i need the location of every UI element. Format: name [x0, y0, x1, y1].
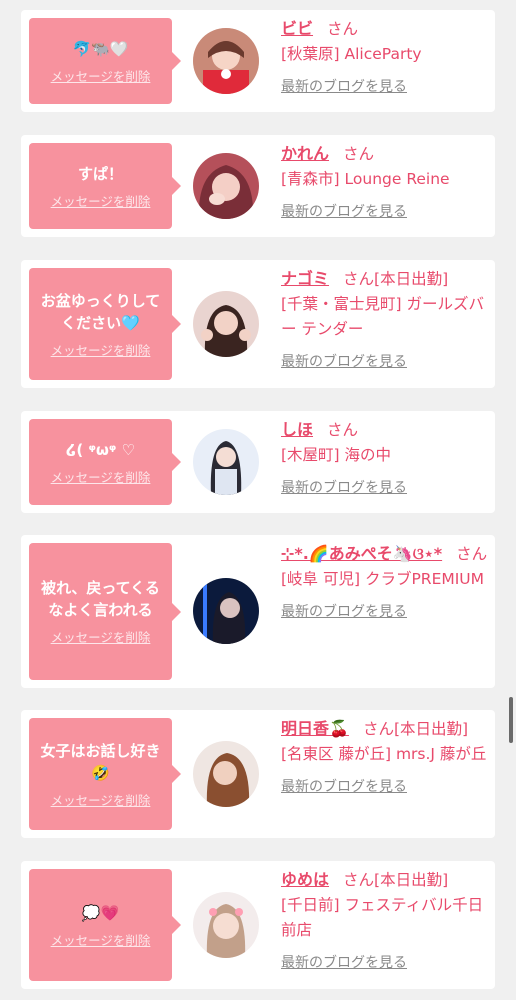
list-item: 💭💗 メッセージを削除 ゆめは さん[本日出勤] [千日前] フェスティバル千日前… [21, 861, 495, 989]
latest-blog-link[interactable]: 最新のブログを見る [281, 200, 407, 225]
cast-name-link[interactable]: ⊹*.🌈あみぺそ🦄ଓ⋆* [281, 544, 442, 563]
avatar[interactable] [193, 153, 259, 219]
cast-info: ⊹*.🌈あみぺそ🦄ଓ⋆* さん [岐阜 可児] クラブPREMIUM 最新のブログ… [281, 541, 489, 625]
avatar[interactable] [193, 429, 259, 495]
shop-name: [岐阜 可児] クラブPREMIUM [281, 570, 485, 588]
message-bubble: 💭💗 メッセージを削除 [29, 869, 181, 981]
latest-blog-link[interactable]: 最新のブログを見る [281, 951, 407, 976]
avatar[interactable] [193, 578, 259, 644]
name-line: ⊹*.🌈あみぺそ🦄ଓ⋆* さん [281, 541, 489, 567]
status-badge: [本日出勤] [393, 720, 469, 738]
message-text: すぱ！ [77, 164, 123, 183]
name-line: ゆめは さん[本日出勤] [281, 867, 489, 893]
cast-name-link[interactable]: しほ [281, 420, 313, 439]
name-line: ナゴミ さん[本日出勤] [281, 266, 489, 292]
delete-message-link[interactable]: メッセージを削除 [51, 790, 151, 809]
shop-name: [名東区 藤が丘] mrs.J 藤が丘 [281, 745, 487, 763]
delete-message-link[interactable]: メッセージを削除 [51, 930, 151, 949]
honorific: さん [343, 270, 375, 288]
message-bubble: 🐬🐃🤍 メッセージを削除 [29, 18, 181, 104]
status-badge: [本日出勤] [374, 871, 449, 889]
shop-name: [千日前] フェスティバル千日前店 [281, 896, 484, 939]
message-text: ໒( ᵠωᵠ ♡ [66, 440, 135, 459]
message-bubble: ໒( ᵠωᵠ ♡ メッセージを削除 [29, 419, 181, 505]
message-bubble: 女子はお話し好き🤣 メッセージを削除 [29, 718, 181, 830]
shop-name: [青森市] Lounge Reine [281, 170, 450, 188]
honorific: さん [343, 871, 375, 889]
cast-info: かれん さん [青森市] Lounge Reine 最新のブログを見る [281, 141, 489, 225]
avatar[interactable] [193, 28, 259, 94]
honorific: さん [343, 145, 375, 163]
cast-name-link[interactable]: かれん [281, 144, 329, 163]
cast-info: ナゴミ さん[本日出勤] [千葉・富士見町] ガールズバー テンダー 最新のブログ… [281, 266, 489, 375]
message-text: 被れ、戻ってくるなよく言われる [41, 579, 160, 619]
cast-name-link[interactable]: ナゴミ [281, 269, 329, 288]
shop-name: [千葉・富士見町] ガールズバー テンダー [281, 295, 485, 338]
cast-info: ビビ さん [秋葉原] AliceParty 最新のブログを見る [281, 16, 489, 100]
list-item: すぱ！ メッセージを削除 かれん さん [青森市] Lounge Reine 最新… [21, 135, 495, 237]
avatar[interactable] [193, 741, 259, 807]
latest-blog-link[interactable]: 最新のブログを見る [281, 775, 407, 800]
cast-name-link[interactable]: 明日香🍒 [281, 719, 349, 738]
list-item: 🐬🐃🤍 メッセージを削除 ビビ さん [秋葉原] AliceParty 最新のブロ… [21, 10, 495, 112]
scrollbar[interactable] [509, 697, 513, 743]
delete-message-link[interactable]: メッセージを削除 [51, 467, 151, 486]
cast-info: しほ さん [木屋町] 海の中 最新のブログを見る [281, 417, 489, 501]
latest-blog-link[interactable]: 最新のブログを見る [281, 350, 407, 375]
delete-message-link[interactable]: メッセージを削除 [51, 340, 151, 359]
list-item: 被れ、戻ってくるなよく言われる メッセージを削除 ⊹*.🌈あみぺそ🦄ଓ⋆* さん … [21, 535, 495, 688]
honorific: さん [362, 720, 394, 738]
latest-blog-link[interactable]: 最新のブログを見る [281, 476, 407, 501]
shop-name: [秋葉原] AliceParty [281, 45, 422, 63]
status-badge: [本日出勤] [374, 270, 449, 288]
list-item: ໒( ᵠωᵠ ♡ メッセージを削除 しほ さん [木屋町] 海の中 最新のブログを… [21, 411, 495, 513]
message-text: 女子はお話し好き🤣 [40, 741, 161, 782]
honorific: さん [327, 421, 359, 439]
avatar[interactable] [193, 892, 259, 958]
name-line: しほ さん [281, 417, 489, 443]
message-text: 💭💗 [81, 903, 120, 922]
latest-blog-link[interactable]: 最新のブログを見る [281, 75, 407, 100]
cast-name-link[interactable]: ゆめは [281, 870, 329, 889]
message-text: お盆ゆっくりしてください🩵 [40, 291, 161, 332]
delete-message-link[interactable]: メッセージを削除 [51, 191, 151, 210]
avatar[interactable] [193, 291, 259, 357]
cast-name-link[interactable]: ビビ [281, 19, 313, 38]
message-text: 🐬🐃🤍 [72, 39, 129, 58]
message-bubble: 被れ、戻ってくるなよく言われる メッセージを削除 [29, 543, 181, 680]
latest-blog-link[interactable]: 最新のブログを見る [281, 600, 407, 625]
cast-info: ゆめは さん[本日出勤] [千日前] フェスティバル千日前店 最新のブログを見る [281, 867, 489, 976]
delete-message-link[interactable]: メッセージを削除 [51, 66, 151, 85]
cast-info: 明日香🍒 さん[本日出勤] [名東区 藤が丘] mrs.J 藤が丘 最新のブログを… [281, 716, 489, 800]
name-line: ビビ さん [281, 16, 489, 42]
message-bubble: すぱ！ メッセージを削除 [29, 143, 181, 229]
shop-name: [木屋町] 海の中 [281, 446, 392, 464]
message-bubble: お盆ゆっくりしてください🩵 メッセージを削除 [29, 268, 181, 380]
name-line: 明日香🍒 さん[本日出勤] [281, 716, 489, 742]
list-item: 女子はお話し好き🤣 メッセージを削除 明日香🍒 さん[本日出勤] [名東区 藤が丘… [21, 710, 495, 838]
honorific: さん [327, 20, 359, 38]
list-item: お盆ゆっくりしてください🩵 メッセージを削除 ナゴミ さん[本日出勤] [千葉・富… [21, 260, 495, 388]
delete-message-link[interactable]: メッセージを削除 [51, 627, 151, 646]
honorific: さん [456, 545, 488, 563]
name-line: かれん さん [281, 141, 489, 167]
